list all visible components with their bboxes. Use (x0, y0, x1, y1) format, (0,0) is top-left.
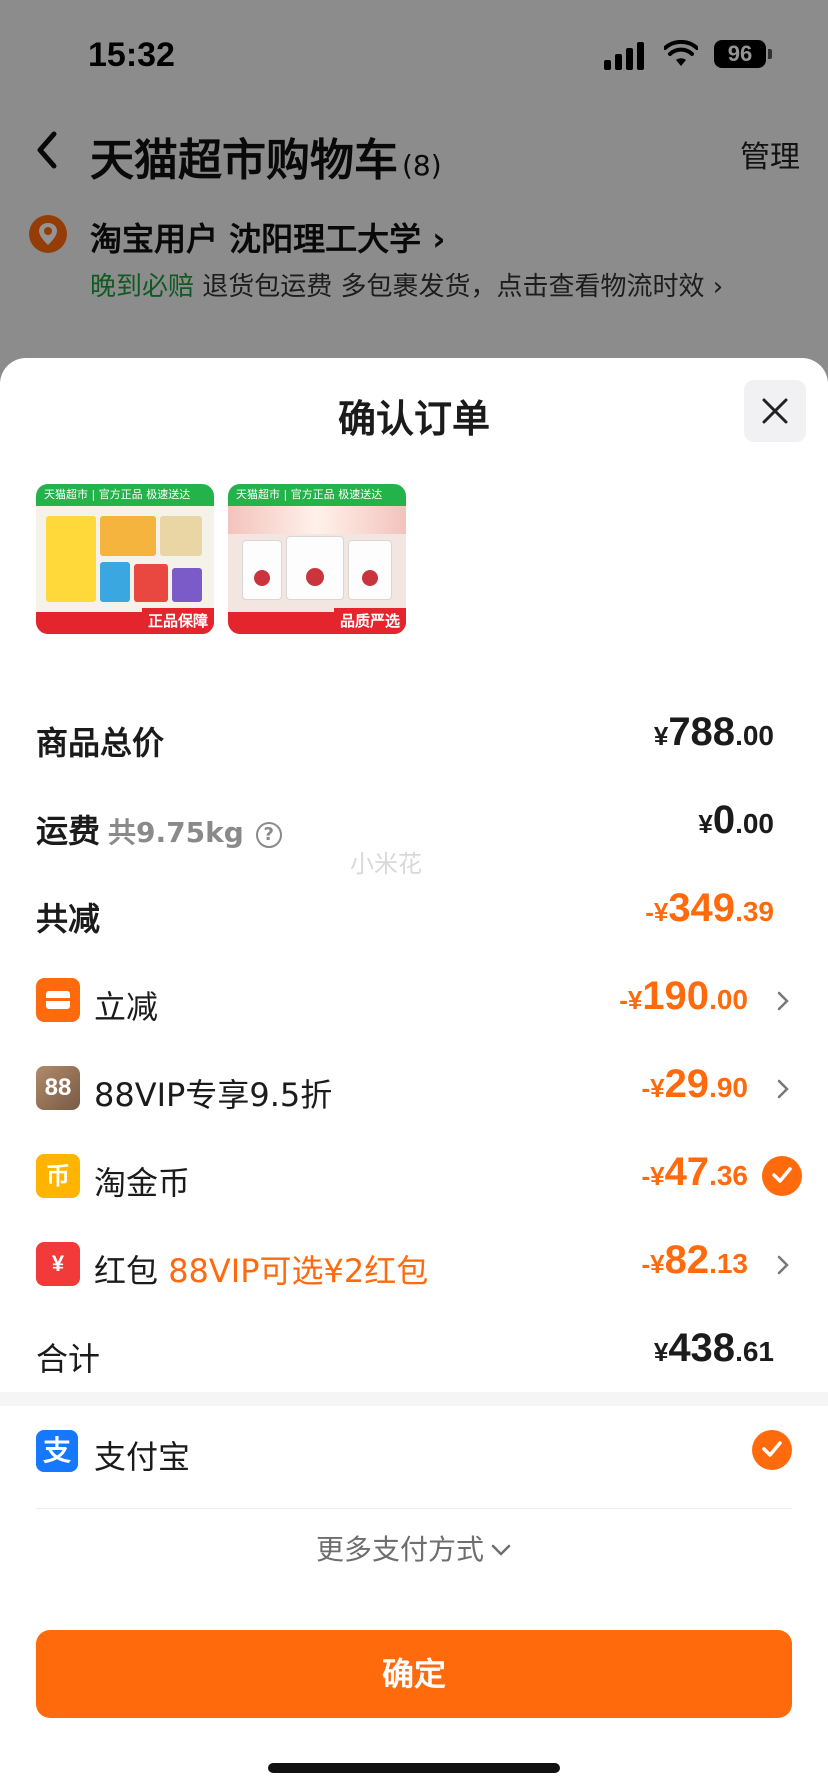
total-discount-label: 共减 (36, 900, 101, 938)
tao-coins-row[interactable]: 币 淘金币 -¥47.36 (36, 1150, 802, 1210)
sheet-title: 确认订单 (337, 397, 490, 441)
section-divider (0, 1392, 828, 1406)
thumb-foot-label: 品质严选 (333, 608, 406, 634)
product-image-part (362, 570, 378, 586)
total-label: 合计 (36, 1340, 101, 1378)
chevron-right-icon (777, 1079, 789, 1099)
vip-discount-price: -¥29.90 (641, 1062, 748, 1106)
red-packet-price: -¥82.13 (641, 1238, 748, 1282)
product-image-part (100, 516, 156, 556)
product-image-part (172, 568, 202, 602)
tao-coins-label: 淘金币 (94, 1164, 191, 1202)
instant-discount-label: 立减 (94, 988, 159, 1026)
total-price: ¥438.61 (653, 1326, 774, 1370)
chevron-right-icon (777, 991, 789, 1011)
product-image-part (228, 506, 406, 534)
instant-discount-price: -¥190.00 (619, 974, 748, 1018)
total-discount-price: -¥349.39 (645, 886, 774, 930)
more-payment-methods[interactable]: 更多支付方式 (0, 1528, 828, 1568)
vip-discount-row[interactable]: 88 88VIP专享9.5折 -¥29.90 (36, 1062, 792, 1122)
confirm-button[interactable]: 确定 (36, 1630, 792, 1718)
subtotal-row: 商品总价 ¥788.00 (36, 710, 792, 770)
more-payment-label: 更多支付方式 (315, 1533, 484, 1566)
red-packet-row[interactable]: ¥ 红包 88VIP可选¥2红包 -¥82.13 (36, 1238, 792, 1298)
payment-method-row[interactable]: 支 支付宝 (36, 1426, 792, 1482)
home-indicator (268, 1763, 560, 1773)
product-thumbnail[interactable]: 天猫超市 | 官方正品 极速送达 正品保障 (36, 484, 214, 634)
product-image-part (306, 568, 324, 586)
tao-coins-checkbox[interactable] (762, 1156, 802, 1196)
chevron-right-icon (777, 1255, 789, 1275)
payment-method-label: 支付宝 (94, 1438, 191, 1476)
shipping-price: ¥0.00 (698, 798, 774, 842)
payment-divider (36, 1508, 792, 1509)
thumb-banner: 天猫超市 | 官方正品 极速送达 (228, 484, 406, 506)
shipping-label: 运费 共9.75kg? (36, 806, 282, 852)
instant-discount-icon (36, 978, 80, 1022)
tao-coins-price: -¥47.36 (641, 1150, 748, 1194)
product-image-part (254, 570, 270, 586)
checkmark-icon (762, 1441, 782, 1457)
total-discount-row: 共减 -¥349.39 (36, 886, 792, 946)
product-image-part (46, 516, 96, 602)
subtotal-price: ¥788.00 (653, 710, 774, 754)
total-row: 合计 ¥438.61 (36, 1326, 792, 1386)
help-icon[interactable]: ? (255, 822, 282, 848)
instant-discount-row[interactable]: 立减 -¥190.00 (36, 974, 792, 1034)
shipping-row: 运费 共9.75kg? ¥0.00 (36, 798, 792, 858)
red-packet-note: 88VIP可选¥2红包 (168, 1252, 429, 1290)
payment-radio-selected[interactable] (752, 1430, 792, 1470)
close-button[interactable] (744, 380, 806, 442)
product-image-part (160, 516, 202, 556)
checkmark-icon (772, 1167, 792, 1183)
product-image-part (100, 562, 130, 602)
product-image-part (134, 564, 168, 602)
red-packet-label: 红包 88VIP可选¥2红包 (94, 1252, 429, 1290)
confirm-order-sheet: 确认订单 天猫超市 | 官方正品 极速送达 正品保障 天猫超市 | 官方正品 极… (0, 358, 828, 1792)
thumb-foot-label: 正品保障 (141, 608, 214, 634)
subtotal-label: 商品总价 (36, 724, 165, 762)
product-thumbnail[interactable]: 天猫超市 | 官方正品 极速送达 品质严选 (228, 484, 406, 634)
chevron-down-icon (491, 1544, 511, 1556)
shipping-weight: 共9.75kg (108, 816, 244, 849)
red-packet-icon: ¥ (36, 1242, 80, 1286)
vip-discount-label: 88VIP专享9.5折 (94, 1076, 333, 1114)
vip-88-icon: 88 (36, 1066, 80, 1110)
tao-coin-icon: 币 (36, 1154, 80, 1198)
alipay-icon: 支 (36, 1430, 78, 1472)
close-icon (762, 398, 788, 424)
thumb-banner: 天猫超市 | 官方正品 极速送达 (36, 484, 214, 506)
